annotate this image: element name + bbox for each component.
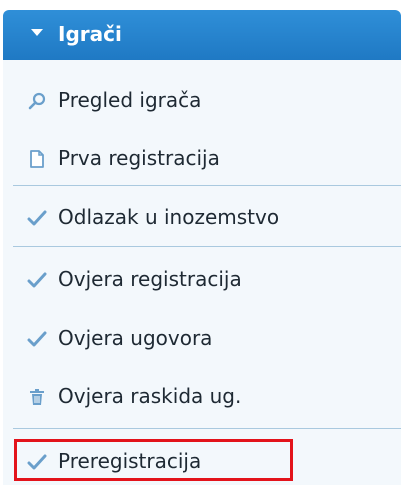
checkmark-icon <box>27 272 47 288</box>
menu-title: Igrači <box>58 22 122 46</box>
document-icon <box>30 150 44 168</box>
menu-divider <box>13 428 401 429</box>
menu-item-odlazak-u-inozemstvo[interactable]: Odlazak u inozemstvo <box>3 197 401 237</box>
menu-body: Pregled igrača Prva registracija Odlazak… <box>3 60 401 485</box>
menu-item-ovjera-registracija[interactable]: Ovjera registracija <box>3 259 401 299</box>
menu-item-prva-registracija[interactable]: Prva registracija <box>3 138 401 178</box>
menu-item-label: Ovjera ugovora <box>58 326 213 350</box>
menu-item-ovjera-ugovora[interactable]: Ovjera ugovora <box>3 318 401 358</box>
menu-header[interactable]: Igrači <box>3 10 401 60</box>
menu-item-label: Odlazak u inozemstvo <box>58 205 280 229</box>
menu-item-ovjera-raskida[interactable]: Ovjera raskida ug. <box>3 376 401 416</box>
menu-item-label: Prva registracija <box>58 146 220 170</box>
menu-item-label: Ovjera raskida ug. <box>58 384 242 408</box>
chevron-down-icon <box>31 29 43 36</box>
menu-item-pregled-igraca[interactable]: Pregled igrača <box>3 80 401 120</box>
players-menu-panel: Igrači Pregled igrača Prva registracija <box>0 0 401 485</box>
menu-item-label: Pregled igrača <box>58 88 202 112</box>
search-icon <box>28 92 46 110</box>
menu-divider <box>13 185 401 186</box>
menu-item-label: Ovjera registracija <box>58 267 242 291</box>
checkmark-icon <box>27 210 47 226</box>
menu-divider <box>13 246 401 247</box>
selection-highlight <box>14 439 293 481</box>
checkmark-icon <box>27 331 47 347</box>
trash-icon <box>30 389 44 405</box>
